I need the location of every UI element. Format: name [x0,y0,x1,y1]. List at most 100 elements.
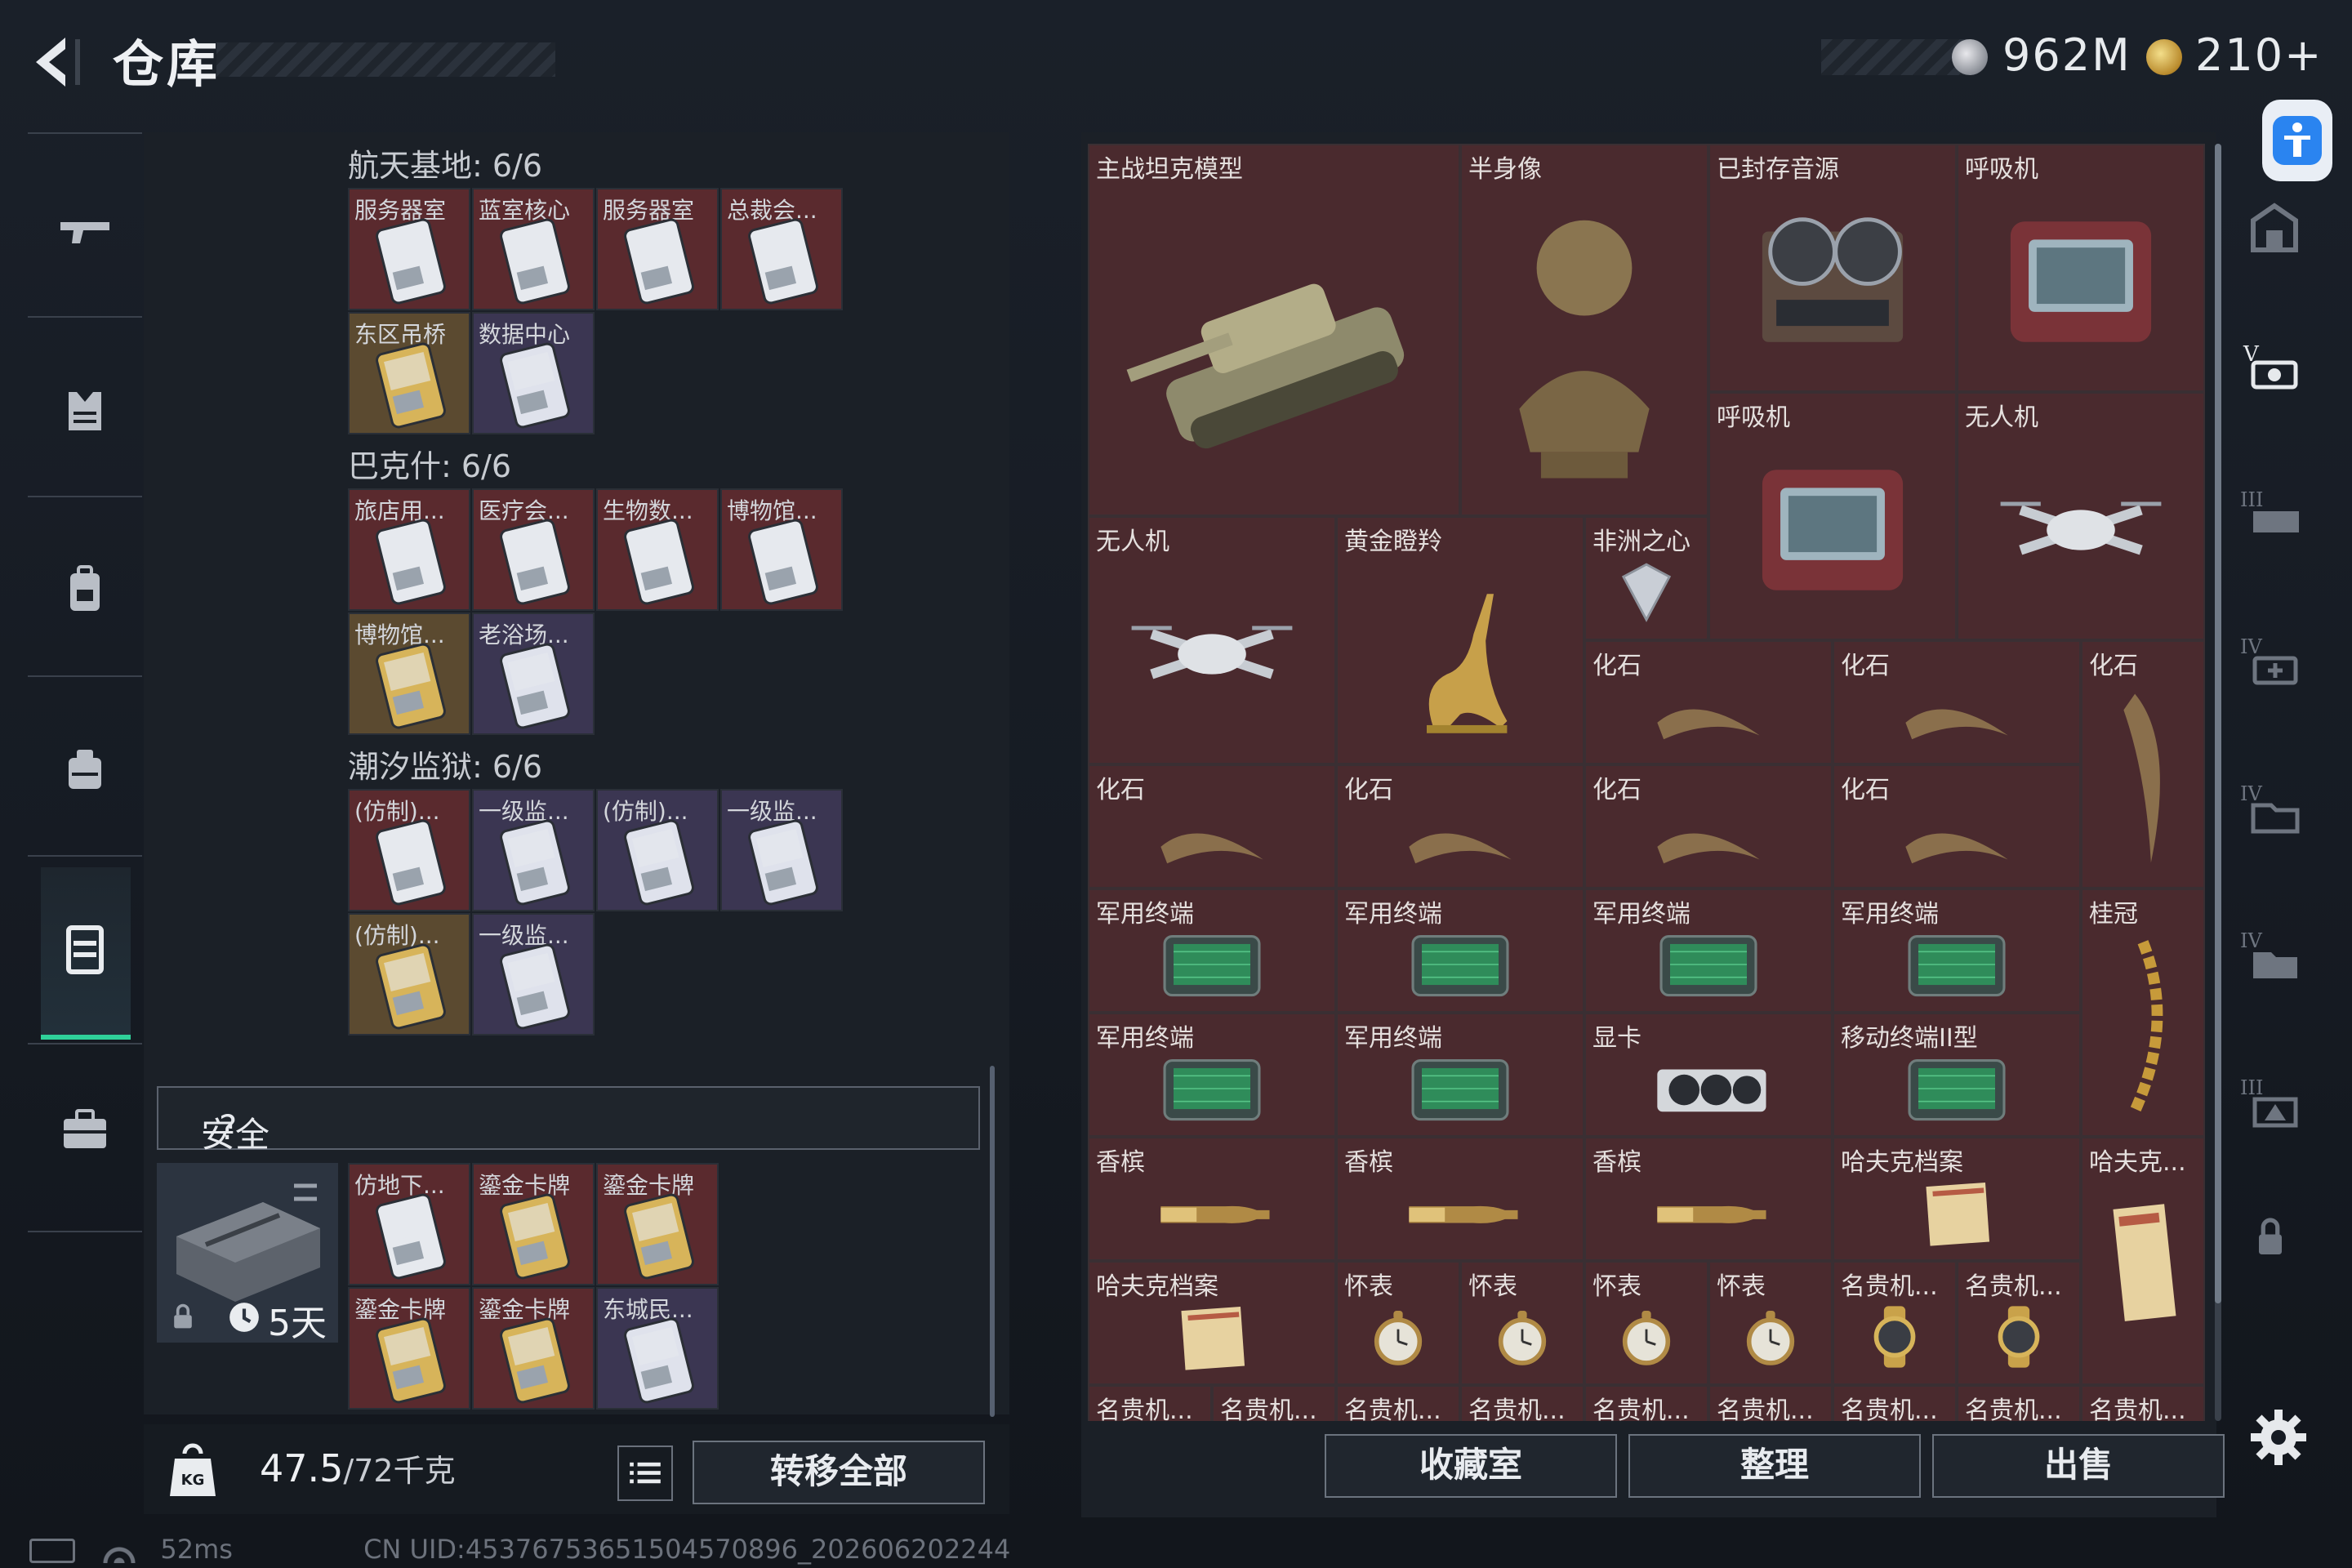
warehouse-item[interactable]: 怀表 [1584,1261,1708,1385]
warehouse-item[interactable]: 哈夫克档案 [1088,1261,1336,1385]
keycard-slot[interactable]: 医疗会... [472,488,595,611]
warehouse-tab-home[interactable] [2234,188,2315,270]
warehouse-tab-iii[interactable]: III [2234,474,2315,555]
warehouse-item[interactable]: 军用终端 [1088,889,1336,1013]
warehouse-item[interactable]: 化石 [1584,640,1833,764]
warehouse-item[interactable]: 香槟 [1336,1137,1584,1261]
warehouse-item[interactable]: 无人机 [1088,516,1336,764]
safe-box-case[interactable]: 5天 [157,1163,338,1344]
back-button[interactable] [24,29,90,95]
transfer-all-button[interactable]: 转移全部 [693,1441,985,1504]
collection-room-button[interactable]: 收藏室 [1325,1434,1617,1498]
warehouse-item[interactable]: 非洲之心 [1584,516,1708,640]
keycard-slot[interactable]: 博物馆... [348,612,470,735]
keycard-slot[interactable]: (仿制)... [348,789,470,911]
safe-box-slot[interactable]: 鎏金卡牌 [472,1163,595,1285]
keycard-slot[interactable]: 一级监... [472,913,595,1036]
keycard-slot[interactable]: 东区吊桥 [348,312,470,434]
warehouse-scrollbar[interactable] [2215,144,2221,1421]
safe-box-slot[interactable]: 仿地下... [348,1163,470,1285]
warehouse-item[interactable]: 化石 [1833,764,2081,889]
keycard-slot[interactable]: 老浴场... [472,612,595,735]
warehouse-item[interactable]: 呼吸机 [1708,392,1957,640]
warehouse-item[interactable]: 化石 [1336,764,1584,889]
keycard-slot[interactable]: (仿制)... [596,789,719,911]
warehouse-item[interactable]: 名贵机... [1833,1385,1957,1421]
warehouse-item[interactable]: 名贵机... [1708,1385,1833,1421]
safe-box-slot[interactable]: 东城民... [596,1287,719,1410]
warehouse-item[interactable]: 怀表 [1460,1261,1584,1385]
keycard-slot[interactable]: 一级监... [472,789,595,911]
keycard-slot[interactable]: 博物馆... [720,488,843,611]
settings-button[interactable] [2246,1405,2311,1470]
warehouse-item[interactable]: 哈夫克... [2081,1137,2205,1385]
warehouse-item[interactable]: 名贵机... [1833,1261,1957,1385]
warehouse-item[interactable]: 怀表 [1708,1261,1833,1385]
warehouse-item[interactable]: 哈夫克档案 [1833,1137,2081,1261]
warehouse-item[interactable]: 化石 [1833,640,2081,764]
safe-box-slot[interactable]: 鎏金卡牌 [472,1287,595,1410]
backpack-tab[interactable] [44,549,126,630]
sell-button[interactable]: 出售 [1932,1434,2225,1498]
warehouse-item[interactable]: 化石 [1584,764,1833,889]
keycard-slot[interactable]: 蓝室核心 [472,188,595,310]
warehouse-item[interactable]: 显卡 [1584,1013,1833,1137]
warehouse-item[interactable]: 军用终端 [1088,1013,1336,1137]
warehouse-item[interactable]: 黄金瞪羚 [1336,516,1584,764]
warehouse-item[interactable]: 主战坦克模型 [1088,144,1460,516]
warehouse-item[interactable]: 香槟 [1584,1137,1833,1261]
chest-rig-tab[interactable] [44,728,126,810]
warehouse-item[interactable]: 名贵机... [2081,1385,2205,1421]
keycard-slot[interactable]: 总裁会... [720,188,843,310]
warehouse-item[interactable]: 化石 [1088,764,1336,889]
user-id: CN UID:4537675365150457089​6_20260620224… [363,1534,1011,1565]
keycard-slot[interactable]: 一级监... [720,789,843,911]
keycard-slot[interactable]: 服务器室 [596,188,719,310]
warehouse-item[interactable]: 军用终端 [1584,889,1833,1013]
warehouse-tab-v[interactable]: V [2234,327,2315,408]
keycard-slot[interactable]: (仿制)... [348,913,470,1036]
keycard-slot[interactable]: 旅店用... [348,488,470,611]
keycard-slot[interactable]: 数据中心 [472,312,595,434]
warehouse-item[interactable]: 名贵机... [1088,1385,1212,1421]
briefcase-tab[interactable] [44,1088,126,1169]
keycard-slot[interactable]: 服务器室 [348,188,470,310]
help-icon[interactable]: ? [219,1107,237,1147]
warehouse-item[interactable]: 名贵机... [1957,1261,2081,1385]
warehouse-item[interactable]: 化石 [2081,640,2205,889]
warehouse-tab-iv-2[interactable]: IV [2234,768,2315,849]
warehouse-item[interactable]: 半身像 [1460,144,1708,516]
warehouse-item[interactable]: 名贵机... [1212,1385,1336,1421]
armor-tab[interactable] [44,369,126,451]
list-view-button[interactable] [617,1446,673,1501]
keycard-slot[interactable]: 生物数... [596,488,719,611]
warehouse-item[interactable]: 桂冠 [2081,889,2205,1137]
warehouse-item[interactable]: 军用终端 [1336,889,1584,1013]
currency-gold-amount[interactable]: 210+ [2195,29,2323,81]
weapon-tab[interactable] [44,189,126,271]
warehouse-item[interactable]: 军用终端 [1336,1013,1584,1137]
warehouse-item[interactable]: 名贵机... [1957,1385,2081,1421]
warehouse-tab-iv-1[interactable]: IV [2234,621,2315,702]
warehouse-item[interactable]: 呼吸机 [1957,144,2205,392]
warehouse-item[interactable]: 军用终端 [1833,889,2081,1013]
warehouse-item[interactable]: 名贵机... [1584,1385,1708,1421]
warehouse-item[interactable]: 已封存音源 [1708,144,1957,392]
safe-box-slot[interactable]: 鎏金卡牌 [596,1163,719,1285]
warehouse-item[interactable]: 怀表 [1336,1261,1460,1385]
warehouse-tab-iii-2[interactable]: III [2234,1062,2315,1143]
warehouse-tab-locked[interactable] [2242,1209,2299,1266]
warehouse-tab-iv-3[interactable]: IV [2234,915,2315,996]
scroll-thumb[interactable] [2215,144,2221,1303]
left-scrollbar[interactable] [990,1066,995,1417]
accessibility-button[interactable] [2262,100,2332,181]
warehouse-item[interactable]: 名贵机... [1336,1385,1460,1421]
safe-box-slot[interactable]: 鎏金卡牌 [348,1287,470,1410]
warehouse-item[interactable]: 无人机 [1957,392,2205,640]
item-name: 桂冠 [2089,900,2138,929]
warehouse-item[interactable]: 名贵机... [1460,1385,1584,1421]
warehouse-item[interactable]: 香槟 [1088,1137,1336,1261]
storage-tab[interactable] [44,908,126,990]
warehouse-item[interactable]: 移动终端II型 [1833,1013,2081,1137]
organize-button[interactable]: 整理 [1628,1434,1921,1498]
